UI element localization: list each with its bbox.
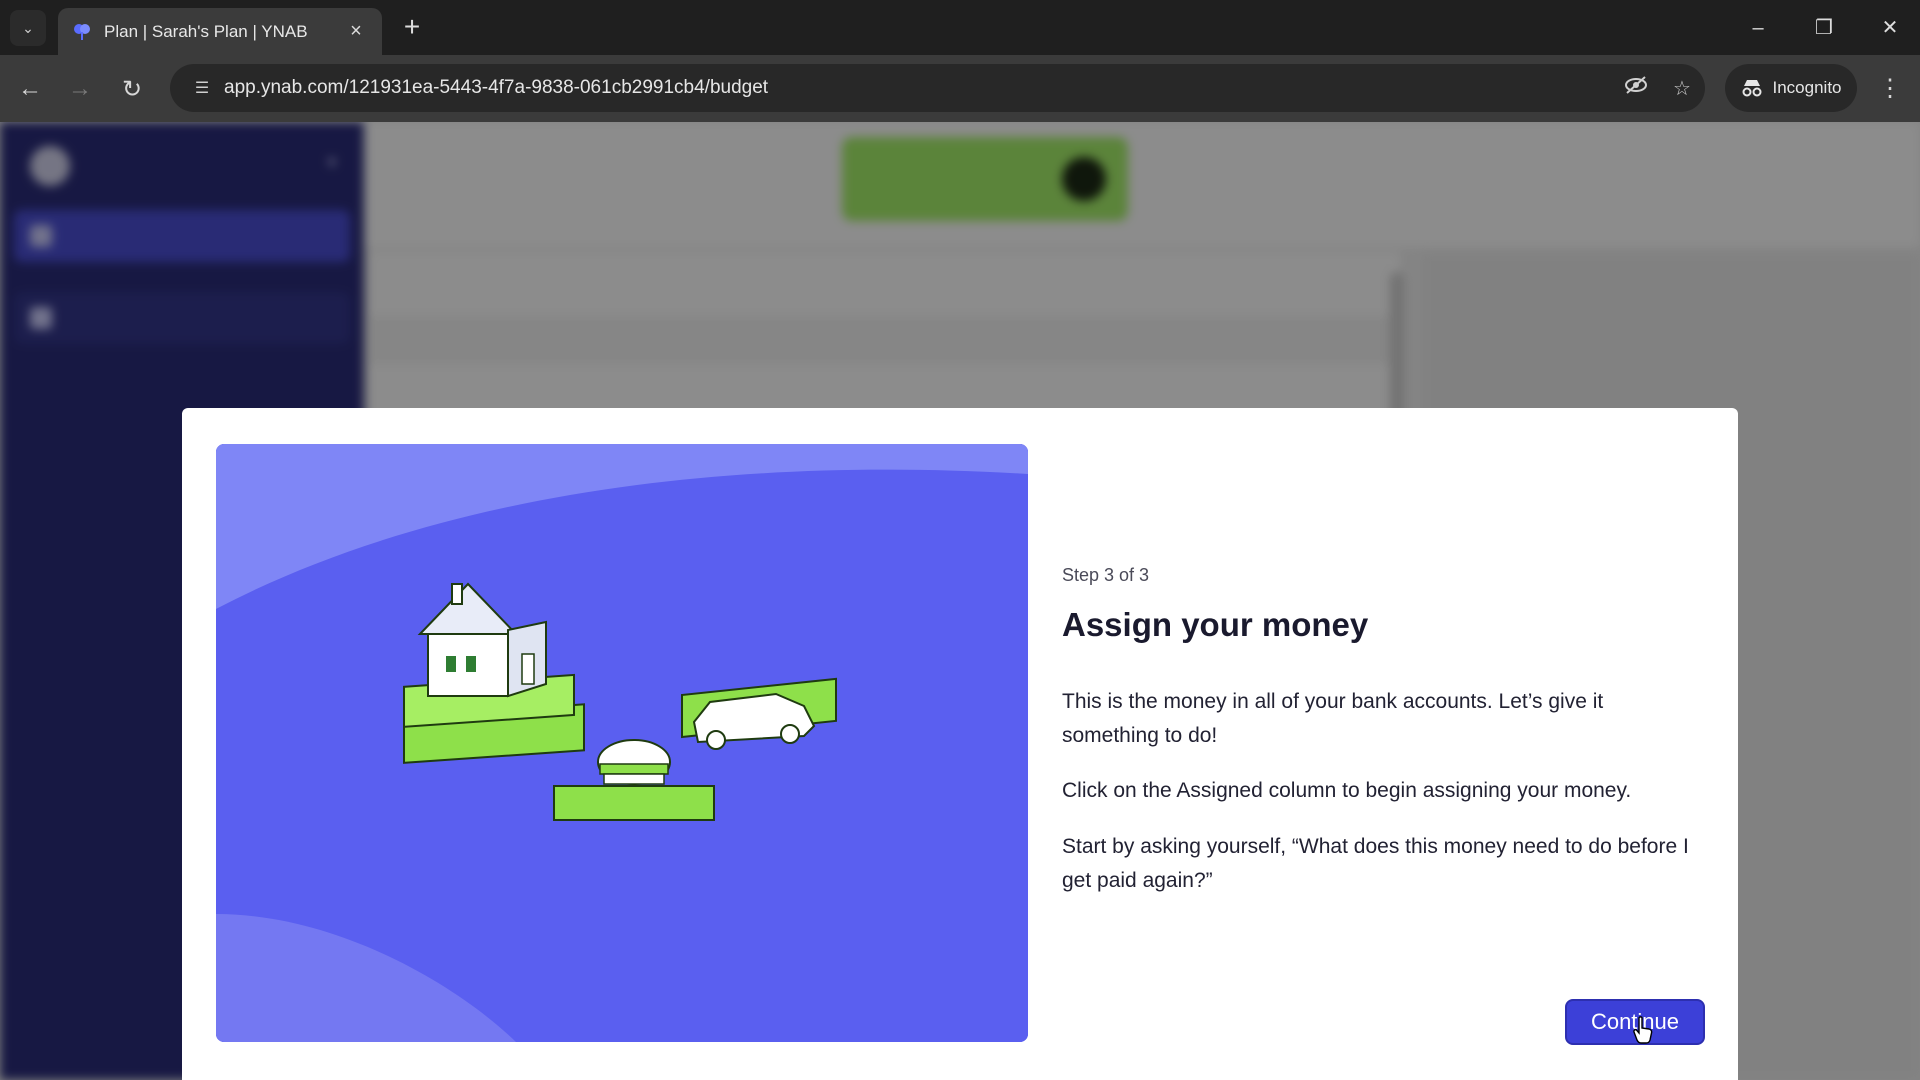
browser-tab-active[interactable]: Plan | Sarah's Plan | YNAB ×: [58, 8, 382, 55]
minimize-icon[interactable]: –: [1738, 10, 1778, 46]
kebab-icon[interactable]: ⋮: [1870, 69, 1910, 109]
close-window-icon[interactable]: ✕: [1870, 10, 1910, 46]
forward-button[interactable]: →: [60, 69, 100, 109]
new-tab-button[interactable]: +: [396, 12, 428, 44]
tab-title: Plan | Sarah's Plan | YNAB: [104, 21, 308, 41]
tune-icon[interactable]: ☰: [180, 78, 224, 98]
incognito-icon: [1742, 80, 1761, 97]
onboarding-modal: Step 3 of 3 Assign your money This is th…: [182, 408, 1738, 1080]
illustration-svg: [216, 444, 1028, 1042]
arrow-right-icon: →: [68, 75, 92, 102]
browser-toolbar: ← → ↻ ☰ app.ynab.com/121931ea-5443-4f7a-…: [0, 55, 1920, 122]
modal-paragraph-1: This is the money in all of your bank ac…: [1062, 690, 1604, 747]
address-bar[interactable]: ☰ app.ynab.com/121931ea-5443-4f7a-9838-0…: [170, 64, 1705, 112]
reload-icon: ↻: [121, 75, 143, 103]
modal-paragraph-3: Start by asking yourself, “What does thi…: [1062, 835, 1689, 892]
ynab-tree-icon: [74, 23, 90, 40]
chevron-down-icon: ⌄: [22, 19, 34, 36]
mouse-pointer-icon: [1633, 1016, 1653, 1044]
eye-off-icon[interactable]: [1613, 75, 1659, 101]
arrow-left-icon: ←: [18, 75, 42, 102]
reload-button[interactable]: ↻: [112, 69, 152, 109]
tab-search-button[interactable]: ⌄: [10, 10, 46, 46]
restore-icon[interactable]: ❐: [1804, 10, 1844, 46]
incognito-label: Incognito: [1772, 78, 1842, 97]
incognito-indicator[interactable]: Incognito: [1725, 64, 1857, 112]
browser-tab-bar: ⌄ Plan | Sarah's Plan | YNAB × + – ❐ ✕: [0, 0, 1920, 55]
modal-paragraph-2: Click on the Assigned column to begin as…: [1062, 779, 1632, 802]
url-text[interactable]: app.ynab.com/121931ea-5443-4f7a-9838-061…: [224, 77, 1613, 99]
money-illustration: [216, 444, 1028, 1042]
star-icon[interactable]: ☆: [1659, 76, 1705, 101]
back-button[interactable]: ←: [10, 69, 50, 109]
modal-title: Assign your money: [1062, 606, 1369, 643]
step-indicator: Step 3 of 3: [1062, 565, 1150, 585]
close-tab-icon[interactable]: ×: [344, 20, 368, 43]
